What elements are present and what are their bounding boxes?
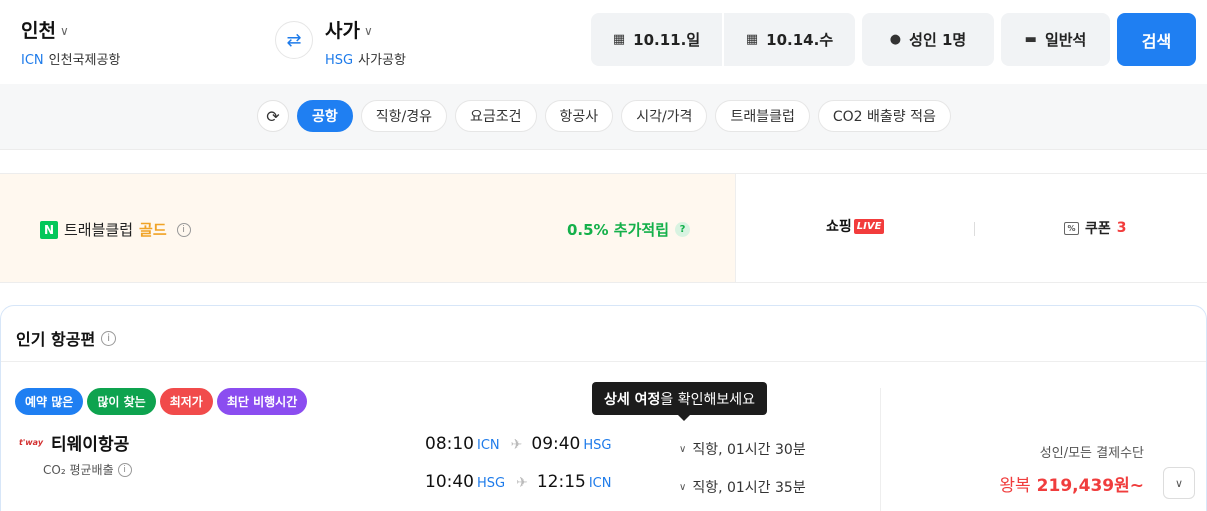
search-button[interactable]: 검색 bbox=[1117, 13, 1196, 66]
coupon-count: 3 bbox=[1116, 220, 1127, 236]
outbound-details-toggle[interactable]: ∨ 직항, 01시간 30분 bbox=[679, 439, 806, 459]
flight-tags: 예약 많은 많이 찾는 최저가 최단 비행시간 bbox=[15, 388, 308, 415]
person-icon: ● bbox=[889, 32, 902, 47]
promo-banner: N 트래블클럽 골드 i 0.5% 추가적립 ? 쇼핑 LIVE % 쿠폰 3 bbox=[0, 173, 1207, 283]
naver-logo-icon: N bbox=[40, 220, 58, 239]
plane-icon: ✈ bbox=[510, 437, 523, 453]
chevron-down-icon: ∨ bbox=[363, 23, 373, 38]
swap-locations-button[interactable]: ⇄ bbox=[275, 21, 313, 59]
outbound-leg: 08:10 ICN ✈ 09:40 HSG bbox=[425, 434, 612, 454]
tag-shortest-time: 최단 비행시간 bbox=[216, 388, 308, 415]
co2-label: CO₂ 평균배출 bbox=[43, 463, 114, 477]
price-amount: 219,439원~ bbox=[1036, 476, 1144, 496]
airline-logo-icon: t'way bbox=[19, 438, 44, 447]
arrival-code: HSG bbox=[325, 53, 354, 68]
chevron-down-icon: ∨ bbox=[679, 443, 687, 455]
plane-icon: ✈ bbox=[516, 475, 528, 491]
arrival-location[interactable]: 사가 ∨ HSG 사가공항 bbox=[325, 16, 406, 68]
help-icon[interactable]: ? bbox=[675, 222, 690, 237]
section-title: 인기 항공편 bbox=[16, 330, 96, 349]
filter-chips: ⟳ 공항 직항/경유 요금조건 항공사 시각/가격 트래블클럽 CO2 배출량 … bbox=[257, 100, 951, 132]
search-header: 인천 ∨ ICN 인천국제공항 ⇄ 사가 ∨ HSG 사가공항 ▦ 10.11.일 … bbox=[0, 0, 1207, 84]
filter-chip-direct[interactable]: 직항/경유 bbox=[360, 100, 448, 132]
departure-city: 인천 bbox=[21, 20, 56, 42]
chevron-down-icon: ∨ bbox=[1174, 476, 1184, 490]
divider bbox=[1, 361, 1206, 362]
accrue-text: 0.5% 추가적립 bbox=[566, 221, 669, 239]
departure-airport: 인천국제공항 bbox=[48, 53, 121, 68]
divider bbox=[974, 222, 975, 236]
live-badge: LIVE bbox=[853, 218, 885, 234]
club-tier: 골드 bbox=[139, 221, 167, 239]
filter-chip-airline[interactable]: 항공사 bbox=[544, 100, 614, 132]
club-label: 트래블클럽 bbox=[64, 221, 134, 239]
price[interactable]: 왕복 219,439원~ bbox=[999, 471, 1144, 496]
shopping-live-link[interactable]: 쇼핑 LIVE bbox=[826, 216, 885, 236]
filter-chip-co2[interactable]: CO2 배출량 적음 bbox=[817, 100, 951, 132]
seat-class-button[interactable]: ▬ 일반석 bbox=[1001, 13, 1110, 66]
arrival-city: 사가 bbox=[325, 20, 360, 42]
filter-bar: ⟳ 공항 직항/경유 요금조건 항공사 시각/가격 트래블클럽 CO2 배출량 … bbox=[0, 84, 1207, 150]
calendar-icon: ▦ bbox=[745, 32, 759, 47]
chevron-down-icon: ∨ bbox=[59, 23, 69, 38]
departure-location[interactable]: 인천 ∨ ICN 인천국제공항 bbox=[21, 16, 120, 68]
tag-most-searched: 많이 찾는 bbox=[87, 388, 156, 415]
info-icon[interactable]: i bbox=[176, 222, 191, 237]
swap-icon: ⇄ bbox=[286, 29, 302, 51]
return-duration: 직항, 01시간 35분 bbox=[692, 480, 806, 496]
airline: t'way 티웨이항공 bbox=[19, 430, 129, 455]
chevron-down-icon: ∨ bbox=[679, 481, 687, 493]
itinerary-tooltip: 상세 여정 을 확인해보세요 bbox=[592, 382, 768, 421]
outbound-duration: 직항, 01시간 30분 bbox=[692, 442, 806, 458]
price-label: 성인/모든 결제수단 bbox=[1039, 446, 1144, 461]
return-details-toggle[interactable]: ∨ 직항, 01시간 35분 bbox=[679, 477, 806, 497]
return-date-button[interactable]: ▦ 10.14.수 bbox=[724, 13, 855, 66]
arrival-airport: 사가공항 bbox=[358, 53, 406, 68]
filter-chip-time-price[interactable]: 시각/가격 bbox=[621, 100, 708, 132]
tag-lowest-price: 최저가 bbox=[159, 388, 213, 415]
coupon-icon: % bbox=[1064, 221, 1079, 235]
expand-button[interactable]: ∨ bbox=[1163, 467, 1195, 499]
filter-chip-airport[interactable]: 공항 bbox=[297, 100, 353, 132]
info-icon[interactable]: i bbox=[101, 330, 117, 346]
info-icon[interactable]: i bbox=[117, 462, 132, 477]
coupon-link[interactable]: % 쿠폰 3 bbox=[1064, 218, 1127, 238]
return-leg: 10:40 HSG ✈ 12:15 ICN bbox=[425, 472, 612, 492]
travel-club-banner[interactable]: N 트래블클럽 골드 i 0.5% 추가적립 ? bbox=[0, 174, 735, 282]
filter-chip-fare[interactable]: 요금조건 bbox=[455, 100, 537, 132]
passengers-button[interactable]: ● 성인 1명 bbox=[862, 13, 994, 66]
tag-most-booked: 예약 많은 bbox=[15, 388, 84, 415]
airline-name: 티웨이항공 bbox=[51, 435, 130, 455]
departure-code: ICN bbox=[21, 53, 44, 68]
reset-filters-button[interactable]: ⟳ bbox=[257, 100, 289, 132]
calendar-icon: ▦ bbox=[612, 32, 626, 47]
trip-type: 왕복 bbox=[999, 476, 1031, 496]
divider bbox=[880, 388, 881, 511]
depart-date-button[interactable]: ▦ 10.11.일 bbox=[591, 13, 722, 66]
refresh-icon: ⟳ bbox=[266, 106, 280, 126]
seat-icon: ▬ bbox=[1024, 32, 1037, 47]
popular-flights-card: 인기 항공편 i 예약 많은 많이 찾는 최저가 최단 비행시간 t'way 티… bbox=[0, 305, 1207, 511]
filter-chip-travel-club[interactable]: 트래블클럽 bbox=[715, 100, 810, 132]
